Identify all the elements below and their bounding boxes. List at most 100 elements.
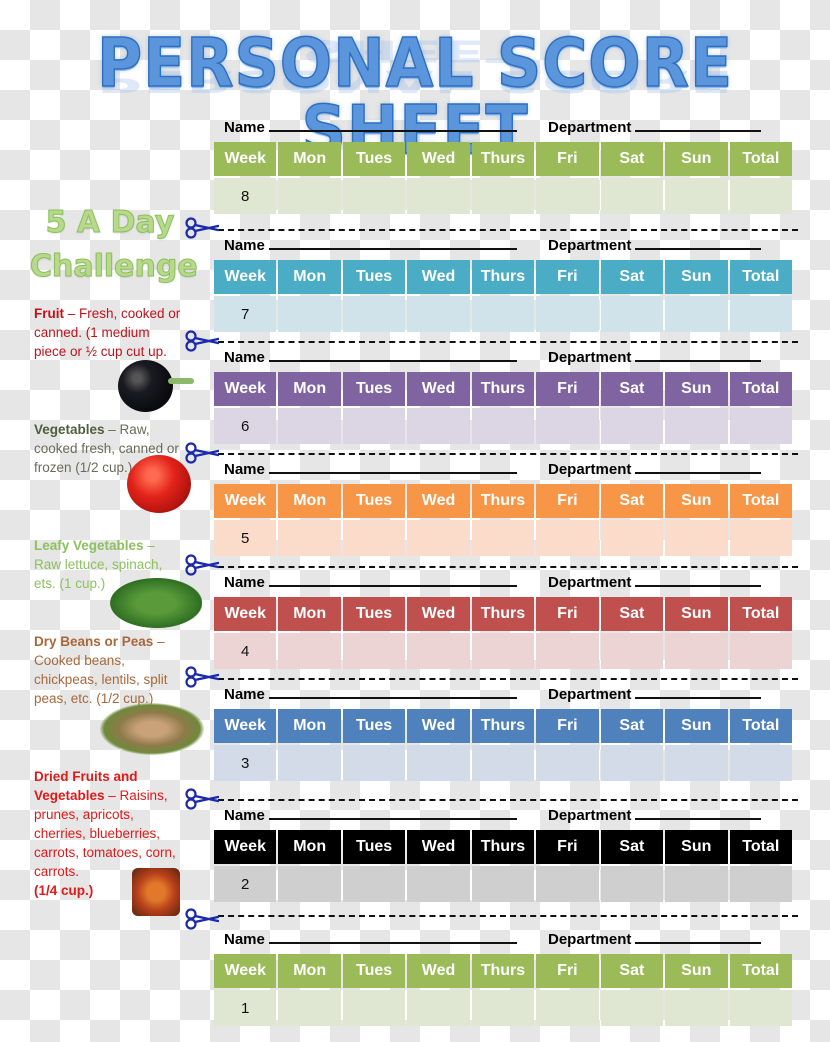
department-blank[interactable] <box>635 806 762 820</box>
score-cell-fri[interactable] <box>536 990 599 1026</box>
score-cell-wed[interactable] <box>407 520 470 556</box>
department-field[interactable]: Department <box>548 685 762 705</box>
score-cell-total[interactable] <box>729 866 792 902</box>
score-cell-total[interactable] <box>729 990 792 1026</box>
score-cell-fri[interactable] <box>536 178 599 214</box>
name-blank[interactable] <box>268 236 517 250</box>
score-cell-total[interactable] <box>729 408 792 444</box>
score-cell-fri[interactable] <box>536 745 599 781</box>
department-field[interactable]: Department <box>548 460 762 480</box>
name-field[interactable]: Name <box>224 460 517 480</box>
name-field[interactable]: Name <box>224 348 517 368</box>
department-blank[interactable] <box>635 236 762 250</box>
department-blank[interactable] <box>635 460 762 474</box>
score-cell-sat[interactable] <box>600 633 664 669</box>
department-blank[interactable] <box>635 348 762 362</box>
score-cell-sat[interactable] <box>600 178 664 214</box>
score-cell-sat[interactable] <box>600 745 664 781</box>
name-blank[interactable] <box>268 573 517 587</box>
score-cell-tues[interactable] <box>342 866 406 902</box>
score-cell-sun[interactable] <box>665 296 728 332</box>
score-cell-tues[interactable] <box>342 296 406 332</box>
header-row: Week Mon Tues Wed Thurs Fri Sat Sun Total <box>214 484 792 518</box>
score-cell-wed[interactable] <box>407 745 470 781</box>
score-cell-wed[interactable] <box>407 178 470 214</box>
name-field[interactable]: Name <box>224 236 517 256</box>
name-blank[interactable] <box>268 930 517 944</box>
name-blank[interactable] <box>268 685 517 699</box>
name-blank[interactable] <box>268 118 517 132</box>
name-field[interactable]: Name <box>224 930 517 950</box>
score-cell-thurs[interactable] <box>471 296 535 332</box>
name-field[interactable]: Name <box>224 118 517 138</box>
score-cell-sun[interactable] <box>665 178 728 214</box>
score-cell-tues[interactable] <box>342 520 406 556</box>
name-blank[interactable] <box>268 806 517 820</box>
score-cell-wed[interactable] <box>407 296 470 332</box>
score-cell-wed[interactable] <box>407 990 470 1026</box>
score-cell-wed[interactable] <box>407 408 470 444</box>
score-cell-sun[interactable] <box>665 633 728 669</box>
score-cell-fri[interactable] <box>536 866 599 902</box>
score-cell-tues[interactable] <box>342 633 406 669</box>
score-cell-sun[interactable] <box>665 520 728 556</box>
score-cell-fri[interactable] <box>536 296 599 332</box>
score-cell-wed[interactable] <box>407 633 470 669</box>
score-cell-mon[interactable] <box>278 745 341 781</box>
header-row: Week Mon Tues Wed Thurs Fri Sat Sun Total <box>214 260 792 294</box>
score-cell-total[interactable] <box>729 745 792 781</box>
score-cell-thurs[interactable] <box>471 633 535 669</box>
name-label: Name <box>224 349 265 366</box>
name-field[interactable]: Name <box>224 685 517 705</box>
score-cell-fri[interactable] <box>536 408 599 444</box>
department-field[interactable]: Department <box>548 236 762 256</box>
score-cell-wed[interactable] <box>407 866 470 902</box>
department-field[interactable]: Department <box>548 573 762 593</box>
score-cell-sat[interactable] <box>600 866 664 902</box>
score-cell-tues[interactable] <box>342 745 406 781</box>
score-cell-mon[interactable] <box>278 408 341 444</box>
score-cell-sat[interactable] <box>600 408 664 444</box>
score-cell-sun[interactable] <box>665 745 728 781</box>
score-cell-thurs[interactable] <box>471 408 535 444</box>
score-cell-total[interactable] <box>729 520 792 556</box>
score-cell-thurs[interactable] <box>471 990 535 1026</box>
department-field[interactable]: Department <box>548 930 762 950</box>
header-row: Week Mon Tues Wed Thurs Fri Sat Sun Total <box>214 954 792 988</box>
score-cell-thurs[interactable] <box>471 866 535 902</box>
score-cell-sun[interactable] <box>665 408 728 444</box>
score-cell-total[interactable] <box>729 633 792 669</box>
score-cell-sun[interactable] <box>665 866 728 902</box>
score-cell-sun[interactable] <box>665 990 728 1026</box>
name-field[interactable]: Name <box>224 806 517 826</box>
score-cell-total[interactable] <box>729 178 792 214</box>
score-cell-thurs[interactable] <box>471 520 535 556</box>
department-field[interactable]: Department <box>548 806 762 826</box>
score-cell-sat[interactable] <box>600 520 664 556</box>
score-cell-thurs[interactable] <box>471 745 535 781</box>
department-blank[interactable] <box>635 573 762 587</box>
score-cell-fri[interactable] <box>536 520 599 556</box>
department-blank[interactable] <box>635 930 762 944</box>
name-blank[interactable] <box>268 348 517 362</box>
department-field[interactable]: Department <box>548 348 762 368</box>
score-cell-tues[interactable] <box>342 178 406 214</box>
department-blank[interactable] <box>635 685 762 699</box>
score-cell-mon[interactable] <box>278 178 341 214</box>
score-cell-mon[interactable] <box>278 520 341 556</box>
score-cell-fri[interactable] <box>536 633 599 669</box>
score-cell-tues[interactable] <box>342 408 406 444</box>
score-cell-mon[interactable] <box>278 990 341 1026</box>
score-cell-mon[interactable] <box>278 633 341 669</box>
score-cell-mon[interactable] <box>278 296 341 332</box>
name-blank[interactable] <box>268 460 517 474</box>
score-cell-sat[interactable] <box>600 990 664 1026</box>
department-blank[interactable] <box>635 118 762 132</box>
score-cell-tues[interactable] <box>342 990 406 1026</box>
score-cell-mon[interactable] <box>278 866 341 902</box>
score-cell-thurs[interactable] <box>471 178 535 214</box>
name-field[interactable]: Name <box>224 573 517 593</box>
score-cell-total[interactable] <box>729 296 792 332</box>
score-cell-sat[interactable] <box>600 296 664 332</box>
department-field[interactable]: Department <box>548 118 762 138</box>
